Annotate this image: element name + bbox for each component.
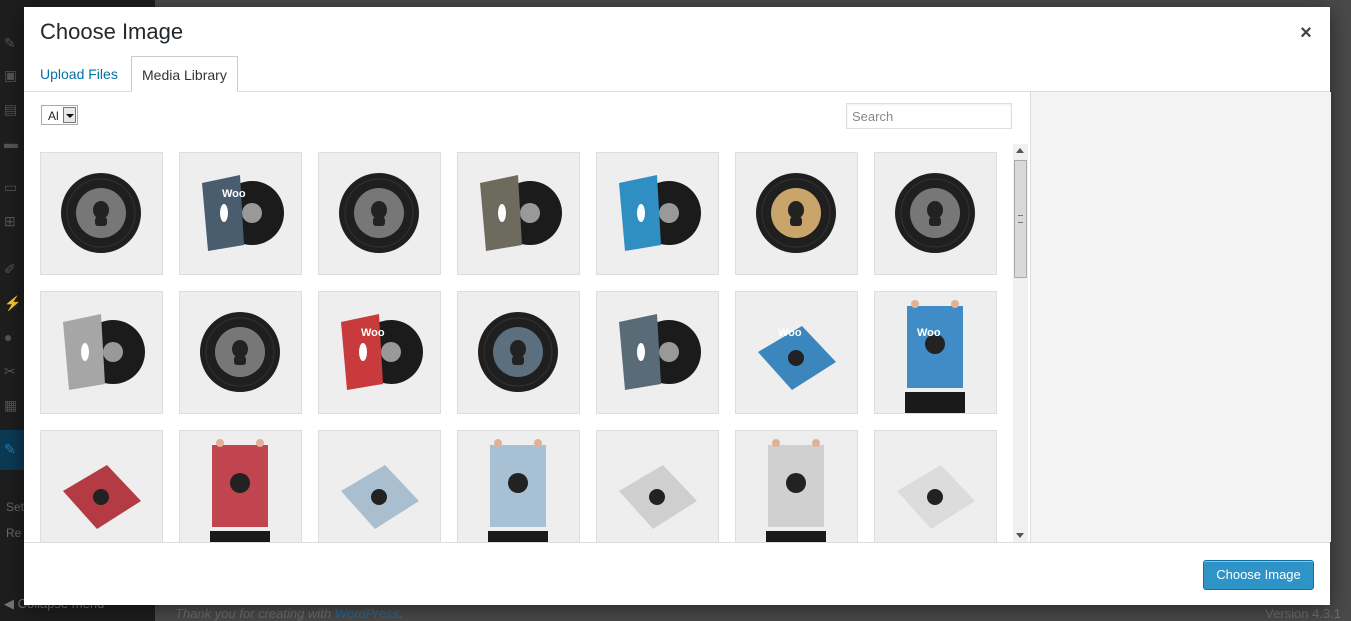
grid-scrollbar[interactable] [1013, 144, 1028, 542]
submenu-item[interactable]: Set [6, 500, 24, 514]
close-icon: × [1300, 22, 1312, 44]
attachment-preview-image [756, 173, 836, 253]
attachment-thumbnail[interactable] [735, 430, 858, 542]
attachment-preview-image [480, 175, 562, 251]
media-library-content: Al Woo Woo Woo Woo [24, 92, 1030, 542]
admin-footer-version: Version 4.3.1 [1265, 606, 1341, 621]
tab-media-library[interactable]: Media Library [131, 56, 238, 92]
attachment-thumbnail[interactable] [179, 291, 302, 414]
media-type-filter[interactable]: Al [41, 105, 78, 125]
attachment-preview-image [619, 175, 701, 251]
attachment-preview-image: Woo [905, 300, 965, 413]
theme-options-icon: ✎ [4, 441, 16, 457]
attachment-thumbnail[interactable] [40, 430, 163, 542]
tools-icon[interactable]: ✂ [4, 364, 20, 378]
attachment-thumbnail[interactable]: Woo [179, 152, 302, 275]
submenu-item[interactable]: Re [6, 526, 21, 540]
woo-icon[interactable]: ▭ [4, 180, 20, 194]
media-modal: Choose Image × Upload Files Media Librar… [24, 7, 1331, 605]
attachment-thumbnail[interactable] [457, 430, 580, 542]
choose-image-button[interactable]: Choose Image [1203, 560, 1314, 590]
scroll-down-arrow-icon[interactable] [1016, 533, 1024, 538]
scroll-up-arrow-icon[interactable] [1016, 148, 1024, 153]
attachment-preview-image [619, 465, 697, 529]
thumbnail-woo-text: Woo [361, 327, 385, 339]
modal-title: Choose Image [40, 19, 184, 44]
plugins-icon[interactable]: ⚡ [4, 296, 21, 310]
appearance-icon[interactable]: ✐ [4, 262, 20, 276]
search-input[interactable] [846, 103, 1012, 129]
attachment-thumbnail[interactable] [596, 291, 719, 414]
attachment-preview-image [619, 314, 701, 390]
attachment-thumbnail[interactable] [596, 430, 719, 542]
attachment-preview-image [766, 439, 826, 542]
filter-selected-value: Al [48, 109, 59, 123]
chevron-down-icon [63, 107, 76, 123]
modal-tab-bar: Upload Files Media Library [24, 56, 1330, 92]
attachment-thumbnail[interactable]: Woo [318, 291, 441, 414]
attachment-thumbnail[interactable] [874, 152, 997, 275]
attachment-thumbnail[interactable]: Woo [874, 291, 997, 414]
attachment-thumbnail[interactable] [179, 430, 302, 542]
close-button[interactable]: × [1294, 21, 1318, 45]
admin-footer-thanks: Thank you for creating with WordPress. [175, 606, 403, 621]
comments-icon[interactable]: ▬ [4, 136, 20, 150]
attachment-thumbnail[interactable] [40, 291, 163, 414]
thumbnail-woo-text: Woo [917, 327, 941, 339]
footer-wordpress-link[interactable]: WordPress [335, 606, 399, 621]
pages-icon[interactable]: ▤ [4, 102, 20, 116]
cart-icon[interactable]: ⊞ [4, 214, 20, 228]
settings-icon[interactable]: ▦ [4, 398, 20, 412]
attachment-thumbnail[interactable] [596, 152, 719, 275]
tab-upload-files[interactable]: Upload Files [30, 56, 128, 90]
attachment-details-panel [1030, 92, 1331, 542]
attachment-preview-image [63, 314, 145, 390]
attachment-thumbnail[interactable]: Woo [735, 291, 858, 414]
attachment-preview-image [895, 173, 975, 253]
attachment-preview-image: Woo [202, 175, 284, 251]
attachment-thumbnail[interactable] [318, 152, 441, 275]
modal-toolbar: Choose Image [24, 542, 1330, 605]
attachment-preview-image: Woo [341, 314, 423, 390]
attachment-preview-image [63, 465, 141, 529]
attachment-thumbnail[interactable] [735, 152, 858, 275]
footer-thanks-text: Thank you for creating with [175, 606, 335, 621]
attachment-thumbnail[interactable] [874, 430, 997, 542]
media-icon[interactable]: ▣ [4, 68, 20, 82]
footer-thanks-suffix: . [399, 606, 403, 621]
attachment-thumbnail[interactable] [40, 152, 163, 275]
attachment-preview-image [339, 173, 419, 253]
attachment-thumbnail[interactable] [457, 291, 580, 414]
thumbnail-woo-text: Woo [778, 327, 802, 339]
attachment-thumbnail[interactable] [457, 152, 580, 275]
attachment-preview-image [478, 312, 558, 392]
attachment-thumbnail[interactable] [318, 430, 441, 542]
scroll-thumb[interactable] [1014, 160, 1027, 278]
attachment-preview-image [341, 465, 419, 529]
attachment-preview-image [210, 439, 270, 542]
thumbnail-woo-text: Woo [222, 188, 246, 200]
attachment-preview-image [897, 465, 975, 529]
attachment-preview-image: Woo [758, 326, 836, 390]
pin-icon[interactable]: ✎ [4, 36, 20, 50]
attachments-grid: Woo Woo Woo Woo [40, 152, 1012, 542]
users-icon[interactable]: ● [4, 330, 20, 344]
attachment-preview-image [200, 312, 280, 392]
attachment-preview-image [488, 439, 548, 542]
attachment-preview-image [61, 173, 141, 253]
